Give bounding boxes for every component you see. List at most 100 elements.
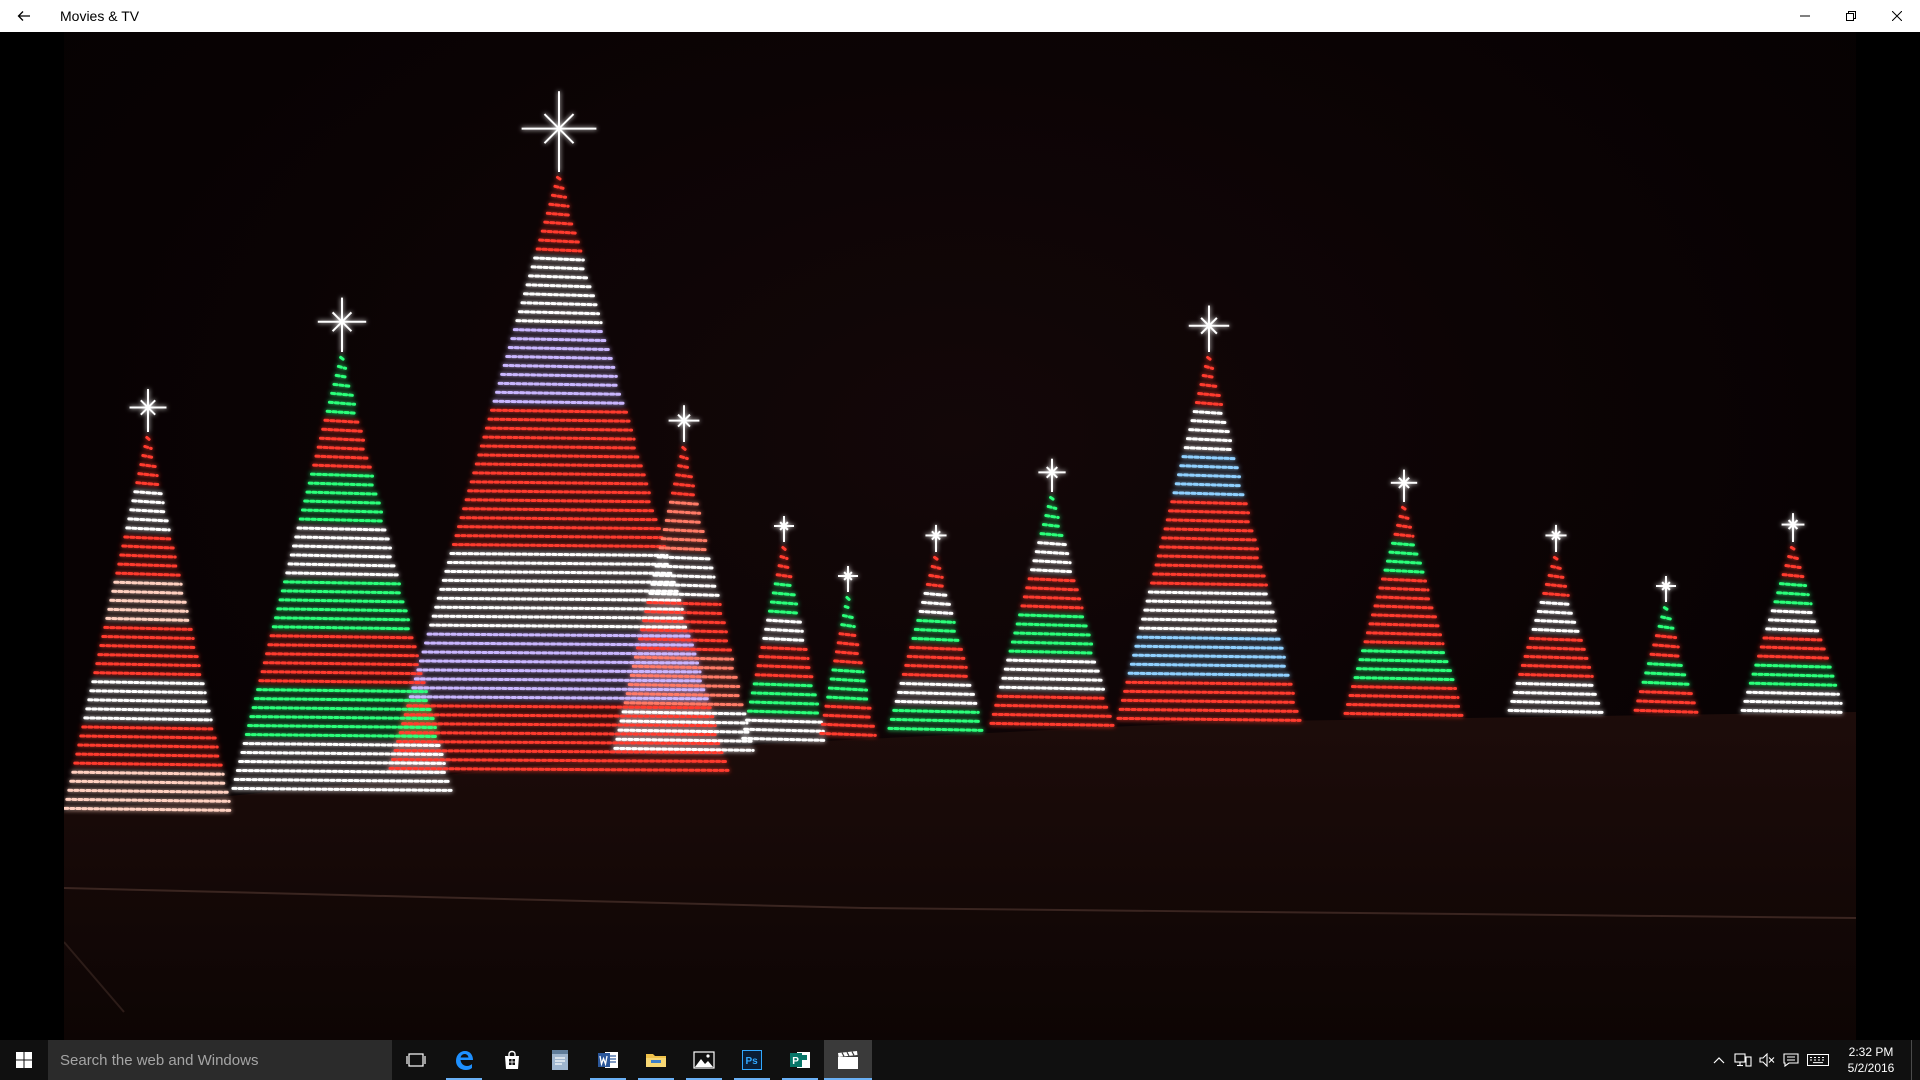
light-band bbox=[781, 545, 787, 551]
video-player[interactable] bbox=[0, 32, 1920, 1040]
word-button[interactable] bbox=[584, 1040, 632, 1080]
light-band bbox=[1132, 653, 1286, 659]
light-band bbox=[296, 526, 388, 532]
light-band bbox=[760, 645, 808, 651]
light-band bbox=[1757, 654, 1829, 660]
store-button[interactable] bbox=[488, 1040, 536, 1080]
start-button[interactable] bbox=[0, 1040, 48, 1080]
network-icon bbox=[1734, 1053, 1752, 1067]
light-band bbox=[1343, 711, 1465, 717]
network-button[interactable] bbox=[1731, 1040, 1755, 1080]
light-band bbox=[101, 634, 195, 640]
light-band bbox=[474, 462, 644, 468]
light-band bbox=[644, 610, 724, 616]
photoshop-button[interactable]: Ps bbox=[728, 1040, 776, 1080]
light-band bbox=[294, 535, 390, 541]
restore-button[interactable] bbox=[1828, 0, 1874, 32]
light-band bbox=[500, 372, 618, 378]
light-band bbox=[321, 427, 363, 433]
light-band bbox=[1754, 663, 1832, 669]
light-band bbox=[750, 691, 818, 697]
light-band bbox=[274, 616, 410, 622]
light-band bbox=[1520, 663, 1592, 669]
movies-tv-button[interactable] bbox=[824, 1040, 872, 1080]
light-band bbox=[444, 569, 674, 575]
photoshop-icon: Ps bbox=[742, 1050, 762, 1070]
light-band bbox=[617, 728, 751, 734]
task-view-icon bbox=[406, 1053, 426, 1067]
search-box[interactable]: Search the web and Windows bbox=[48, 1040, 392, 1080]
light-band bbox=[97, 653, 199, 659]
star-topper bbox=[521, 91, 597, 172]
light-band bbox=[507, 346, 611, 352]
light-band bbox=[1008, 649, 1096, 655]
light-band bbox=[69, 779, 227, 785]
light-band bbox=[1401, 505, 1407, 511]
light-band bbox=[916, 618, 956, 624]
light-band bbox=[1029, 568, 1075, 574]
light-band bbox=[1523, 654, 1589, 660]
light-band bbox=[522, 292, 596, 298]
show-hidden-icons-button[interactable] bbox=[1707, 1040, 1731, 1080]
show-desktop-button[interactable] bbox=[1911, 1040, 1920, 1080]
light-band bbox=[631, 664, 737, 670]
light-band bbox=[325, 409, 359, 415]
document-app-icon bbox=[552, 1050, 568, 1070]
light-band bbox=[105, 616, 191, 622]
photos-button[interactable] bbox=[680, 1040, 728, 1080]
light-band bbox=[906, 654, 966, 660]
christmas-lights-scene bbox=[64, 91, 1856, 1040]
light-band bbox=[426, 632, 692, 638]
light-band bbox=[1534, 618, 1578, 624]
light-band bbox=[1136, 635, 1282, 641]
light-band bbox=[91, 680, 205, 686]
close-button[interactable] bbox=[1874, 0, 1920, 32]
volume-button[interactable] bbox=[1755, 1040, 1779, 1080]
video-frame[interactable] bbox=[64, 32, 1856, 1040]
clock[interactable]: 2:32 PM 5/2/2016 bbox=[1839, 1040, 1903, 1080]
action-center-button[interactable] bbox=[1779, 1040, 1803, 1080]
light-band bbox=[401, 722, 717, 728]
back-arrow-icon bbox=[17, 11, 30, 21]
light-band bbox=[520, 301, 598, 307]
light-band bbox=[1542, 591, 1570, 597]
light-band bbox=[109, 598, 187, 604]
light-band bbox=[1041, 523, 1063, 529]
light-band bbox=[767, 609, 801, 615]
minimize-button[interactable] bbox=[1782, 0, 1828, 32]
light-band bbox=[1197, 392, 1221, 398]
light-band bbox=[1143, 608, 1275, 614]
light-band bbox=[1515, 681, 1597, 687]
light-band bbox=[1199, 382, 1219, 388]
task-view-button[interactable] bbox=[392, 1040, 440, 1080]
light-band bbox=[741, 736, 827, 742]
light-band bbox=[327, 400, 357, 406]
light-band bbox=[658, 546, 710, 552]
file-explorer-button[interactable] bbox=[632, 1040, 680, 1080]
light-band bbox=[1353, 676, 1455, 682]
publisher-button[interactable]: P bbox=[776, 1040, 824, 1080]
light-band bbox=[133, 490, 163, 496]
light-band bbox=[446, 560, 672, 566]
light-band bbox=[1129, 662, 1289, 668]
star-topper bbox=[317, 297, 367, 352]
light-band bbox=[1346, 702, 1462, 708]
star-topper bbox=[1781, 513, 1805, 542]
light-band bbox=[827, 686, 869, 692]
svg-text:P: P bbox=[792, 1056, 799, 1067]
back-button[interactable] bbox=[0, 0, 48, 32]
light-band bbox=[1660, 615, 1672, 621]
light-band bbox=[1649, 652, 1683, 658]
document-app-button[interactable] bbox=[536, 1040, 584, 1080]
light-band bbox=[111, 589, 185, 595]
light-band bbox=[1120, 698, 1298, 704]
keyboard-button[interactable] bbox=[1803, 1040, 1833, 1080]
light-band bbox=[1376, 595, 1432, 601]
light-band bbox=[1778, 582, 1808, 588]
light-band bbox=[1032, 559, 1072, 565]
light-band bbox=[1544, 582, 1568, 588]
light-band bbox=[764, 627, 804, 633]
light-band bbox=[73, 761, 223, 767]
edge-button[interactable] bbox=[440, 1040, 488, 1080]
light-band bbox=[139, 463, 157, 469]
